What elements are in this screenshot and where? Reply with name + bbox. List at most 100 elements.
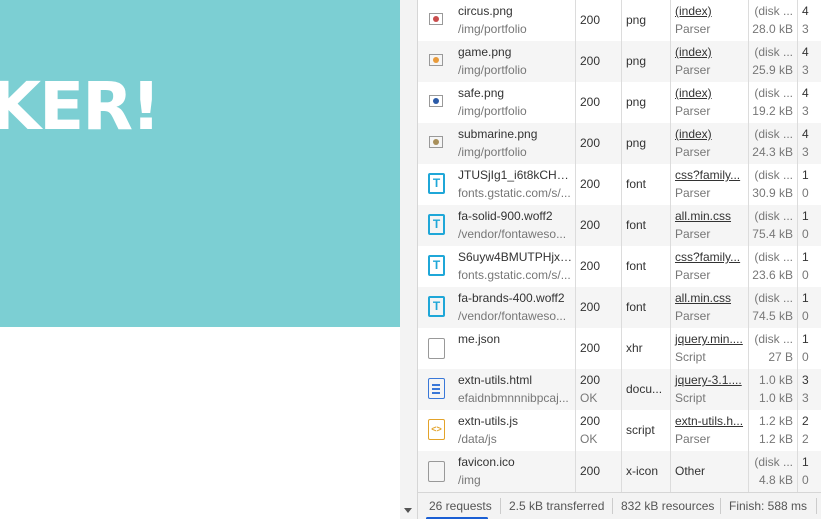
initiator-link[interactable]: jquery.min.... bbox=[675, 332, 743, 346]
time-latency: 0 bbox=[802, 350, 809, 364]
request-name-cell: T S6uyw4BMUTPHjx4... fonts.gstatic.com/s/.… bbox=[418, 246, 576, 287]
request-name-cell: me.json bbox=[418, 328, 576, 369]
status-code: 200 bbox=[580, 13, 601, 27]
initiator-link[interactable]: (index) bbox=[675, 4, 712, 18]
hero-banner: KER! bbox=[0, 0, 400, 327]
type-cell: font bbox=[622, 164, 671, 205]
request-row[interactable]: circus.png/img/portfolio 200 png (index) Par… bbox=[418, 0, 821, 41]
request-row[interactable]: Tfa-solid-900.woff2/vendor/fontaweso... 2… bbox=[418, 205, 821, 246]
scroll-down-arrow-icon[interactable] bbox=[404, 508, 412, 513]
font-icon: T bbox=[428, 214, 445, 235]
request-name: fa-solid-900.woff2 bbox=[458, 209, 553, 223]
status-cell: 200 OK bbox=[576, 410, 622, 451]
time-total: 3 bbox=[802, 373, 809, 387]
size-cell: (disk ... 28.0 kB bbox=[749, 0, 798, 41]
request-row[interactable]: T S6uyw4BMUTPHjx4... fonts.gstatic.com/s/.… bbox=[418, 246, 821, 287]
time-total: 1 bbox=[802, 291, 809, 305]
initiator-link[interactable]: (index) bbox=[675, 127, 712, 141]
size-transferred: (disk ... bbox=[754, 291, 793, 305]
initiator-link[interactable]: css?family... bbox=[675, 168, 740, 182]
time-total: 1 bbox=[802, 332, 809, 346]
size-transferred: (disk ... bbox=[754, 4, 793, 18]
request-row[interactable]: T JTUSjIg1_i6t8kCHK... fonts.gstatic.com/s… bbox=[418, 164, 821, 205]
time-cell: 10 bbox=[798, 287, 821, 328]
request-name: extn-utils.js bbox=[458, 414, 519, 428]
resource-type: docu... bbox=[626, 382, 663, 396]
image-icon bbox=[429, 136, 443, 148]
initiator-link[interactable]: all.min.css bbox=[675, 291, 731, 305]
initiator-cell: jquery.min.... Script bbox=[671, 328, 749, 369]
resource-type: font bbox=[626, 177, 647, 191]
image-icon bbox=[429, 13, 443, 25]
size-resource: 24.3 kB bbox=[752, 145, 793, 159]
size-transferred: 1.0 kB bbox=[758, 373, 793, 387]
size-resource: 75.4 kB bbox=[752, 227, 793, 241]
initiator-link[interactable]: extn-utils.h... bbox=[675, 414, 743, 428]
status-cell: 200 bbox=[576, 164, 622, 205]
status-cell: 200 bbox=[576, 328, 622, 369]
initiator-link[interactable]: (index) bbox=[675, 45, 712, 59]
size-resource: 1.2 kB bbox=[758, 432, 793, 446]
initiator-type: Parser bbox=[675, 104, 711, 118]
request-row[interactable]: <> extn-utils.js/data/js 200 OK script extn-u… bbox=[418, 410, 821, 451]
network-summary-bar: 26 requests 2.5 kB transferred 832 kB re… bbox=[418, 492, 821, 519]
request-name-cell: T JTUSjIg1_i6t8kCHK... fonts.gstatic.com/s… bbox=[418, 164, 576, 205]
request-path: efaidnbmnnnibpcaj... bbox=[458, 391, 569, 405]
network-requests-table: circus.png/img/portfolio 200 png (index) Par… bbox=[418, 0, 821, 492]
initiator-type: Parser bbox=[675, 309, 711, 323]
initiator-type: Parser bbox=[675, 186, 711, 200]
size-resource: 74.5 kB bbox=[752, 309, 793, 323]
time-cell: 10 bbox=[798, 164, 821, 205]
type-cell: font bbox=[622, 205, 671, 246]
type-cell: docu... bbox=[622, 369, 671, 410]
type-cell: png bbox=[622, 41, 671, 82]
size-transferred: (disk ... bbox=[754, 250, 793, 264]
initiator-link[interactable]: (index) bbox=[675, 86, 712, 100]
status-text: OK bbox=[580, 391, 598, 405]
time-latency: 3 bbox=[802, 145, 809, 159]
status-code: 200 bbox=[580, 218, 601, 232]
requests-count[interactable]: 26 requests bbox=[429, 499, 492, 513]
request-row[interactable]: favicon.ico/img 200 x-icon Other (disk ... 4.… bbox=[418, 451, 821, 492]
image-icon bbox=[429, 54, 443, 66]
request-row[interactable]: extn-utils.html efaidnbmnnnibpcaj... 200 OK… bbox=[418, 369, 821, 410]
status-cell: 200 bbox=[576, 205, 622, 246]
request-row[interactable]: safe.png/img/portfolio 200 png (index) Parse… bbox=[418, 82, 821, 123]
request-row[interactable]: Tfa-brands-400.woff2/vendor/fontaweso...… bbox=[418, 287, 821, 328]
time-cell: 10 bbox=[798, 246, 821, 287]
status-code: 200 bbox=[580, 259, 601, 273]
initiator-cell: all.min.css Parser bbox=[671, 205, 749, 246]
time-latency: 2 bbox=[802, 432, 809, 446]
type-cell: font bbox=[622, 246, 671, 287]
request-name-cell: extn-utils.html efaidnbmnnnibpcaj... bbox=[418, 369, 576, 410]
time-latency: 0 bbox=[802, 473, 809, 487]
initiator-link[interactable]: css?family... bbox=[675, 250, 740, 264]
request-name: me.json bbox=[458, 332, 501, 346]
request-name-cell: <> extn-utils.js/data/js bbox=[418, 410, 576, 451]
request-name: submarine.png bbox=[458, 127, 538, 141]
size-cell: (disk ... 27 B bbox=[749, 328, 798, 369]
time-total: 4 bbox=[802, 86, 809, 100]
request-path: /img/portfolio bbox=[458, 145, 527, 159]
panel-scroll-gutter[interactable] bbox=[400, 0, 418, 519]
type-cell: png bbox=[622, 82, 671, 123]
initiator-cell: (index) Parser bbox=[671, 82, 749, 123]
document-icon bbox=[428, 378, 445, 399]
size-resource: 23.6 kB bbox=[752, 268, 793, 282]
request-row[interactable]: game.png/img/portfolio 200 png (index) Parse… bbox=[418, 41, 821, 82]
status-code: 200 bbox=[580, 414, 601, 428]
size-resource: 28.0 kB bbox=[752, 22, 793, 36]
request-name-cell: submarine.png/img/portfolio bbox=[418, 123, 576, 164]
type-cell: x-icon bbox=[622, 451, 671, 492]
resource-type: font bbox=[626, 259, 647, 273]
blank-icon bbox=[428, 461, 445, 482]
size-transferred: (disk ... bbox=[754, 127, 793, 141]
webpage-viewport: KER! bbox=[0, 0, 400, 519]
initiator-link[interactable]: all.min.css bbox=[675, 209, 731, 223]
request-row[interactable]: submarine.png/img/portfolio 200 png (index)… bbox=[418, 123, 821, 164]
request-row[interactable]: me.json 200 xhr jquery.min.... Script (disk .… bbox=[418, 328, 821, 369]
size-cell: (disk ... 24.3 kB bbox=[749, 123, 798, 164]
transferred-size: 2.5 kB transferred bbox=[509, 499, 605, 513]
status-code: 200 bbox=[580, 300, 601, 314]
initiator-link[interactable]: jquery-3.1.... bbox=[675, 373, 742, 387]
